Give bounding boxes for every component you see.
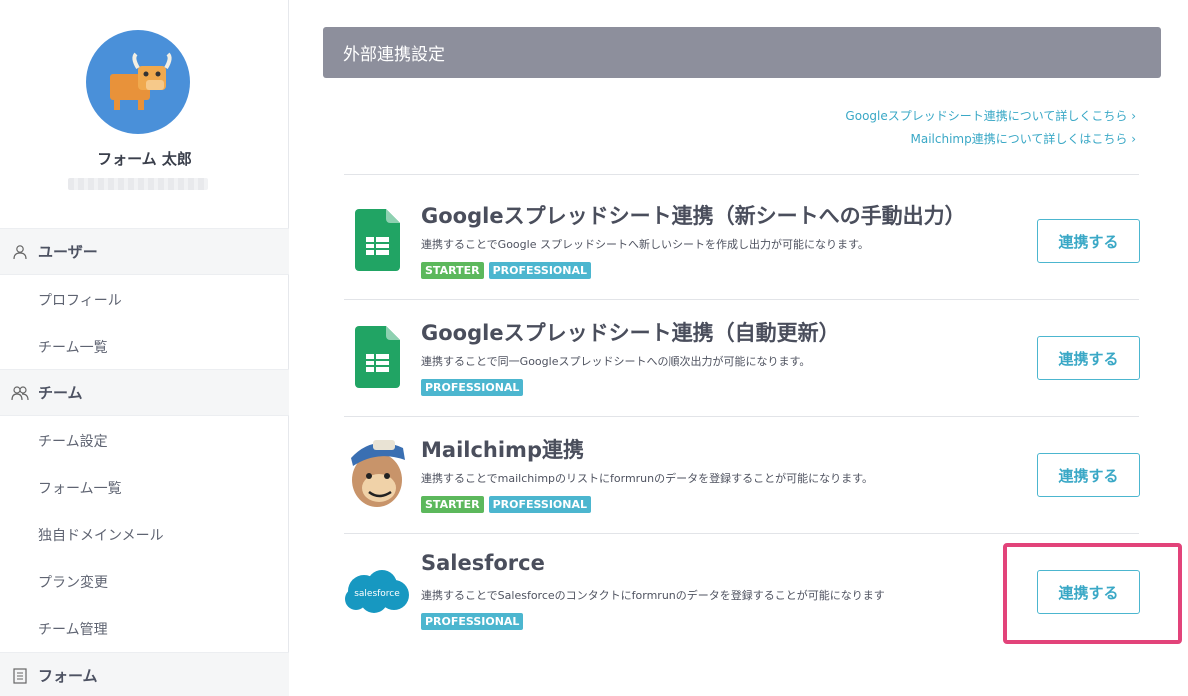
user-icon	[10, 242, 30, 262]
divider	[344, 174, 1139, 175]
integration-title: Mailchimp連携	[421, 438, 584, 462]
integration-title: Googleスプレッドシート連携（新シートへの手動出力）	[421, 204, 966, 228]
professional-badge: PROFESSIONAL	[488, 262, 591, 279]
starter-badge: STARTER	[421, 496, 484, 513]
mailchimp-help-link[interactable]: Mailchimp連携について詳しくはこちら ›	[911, 130, 1136, 147]
nav-section-label: ユーザー	[38, 243, 98, 261]
nav-item-team-management[interactable]: チーム管理	[38, 619, 108, 639]
google-sheets-icon	[355, 209, 400, 271]
nav-item-plan-change[interactable]: プラン変更	[38, 572, 108, 592]
nav-item-custom-domain-mail[interactable]: 独自ドメインメール	[38, 525, 164, 545]
plan-badges: STARTER PROFESSIONAL	[421, 262, 591, 279]
nav-section-user[interactable]: ユーザー	[0, 228, 289, 275]
nav-section-form[interactable]: フォーム	[0, 652, 289, 696]
cow-avatar-icon	[110, 52, 172, 110]
highlight-frame	[1003, 543, 1182, 644]
divider	[344, 533, 1139, 534]
connect-button[interactable]: 連携する	[1037, 453, 1140, 497]
integration-description: 連携することでmailchimpのリストにformrunのデータを登録することが…	[421, 472, 874, 485]
nav-item-team-list[interactable]: チーム一覧	[38, 337, 108, 357]
plan-badges: STARTER PROFESSIONAL	[421, 496, 591, 513]
nav-item-form-list[interactable]: フォーム一覧	[38, 478, 122, 498]
svg-text:salesforce: salesforce	[354, 589, 400, 599]
salesforce-icon: salesforce	[345, 570, 409, 613]
integration-title: Googleスプレッドシート連携（自動更新）	[421, 321, 840, 345]
page-title: 外部連携設定	[323, 27, 1161, 78]
divider	[344, 416, 1139, 417]
nav-section-team[interactable]: チーム	[0, 369, 289, 416]
sidebar: フォーム 太郎 ユーザー プロフィール チーム一覧 チーム チーム設定 フォーム…	[0, 0, 289, 696]
professional-badge: PROFESSIONAL	[421, 613, 524, 630]
document-icon	[10, 666, 30, 686]
nav-section-label: チーム	[38, 384, 83, 402]
user-email-redacted	[68, 178, 208, 190]
google-sheets-help-link[interactable]: Googleスプレッドシート連携について詳しくこちら ›	[845, 107, 1136, 124]
professional-badge: PROFESSIONAL	[488, 496, 591, 513]
integration-description: 連携することで同一Googleスプレッドシートへの順次出力が可能になります。	[421, 355, 811, 368]
connect-button[interactable]: 連携する	[1037, 336, 1140, 380]
divider	[344, 299, 1139, 300]
nav-section-label: フォーム	[38, 667, 98, 685]
mailchimp-icon	[351, 440, 405, 507]
avatar[interactable]	[86, 30, 190, 134]
professional-badge: PROFESSIONAL	[421, 379, 524, 396]
plan-badges: PROFESSIONAL	[421, 379, 524, 396]
team-icon	[10, 383, 30, 403]
plan-badges: PROFESSIONAL	[421, 613, 524, 630]
user-name: フォーム 太郎	[97, 150, 192, 168]
starter-badge: STARTER	[421, 262, 484, 279]
nav-item-team-settings[interactable]: チーム設定	[38, 431, 108, 451]
integration-title: Salesforce	[421, 551, 545, 575]
integration-description: 連携することでGoogle スプレッドシートへ新しいシートを作成し出力が可能にな…	[421, 238, 869, 251]
google-sheets-icon	[355, 326, 400, 388]
nav-item-profile[interactable]: プロフィール	[38, 290, 122, 310]
integration-description: 連携することでSalesforceのコンタクトにformrunのデータを登録する…	[421, 589, 885, 602]
connect-button[interactable]: 連携する	[1037, 219, 1140, 263]
